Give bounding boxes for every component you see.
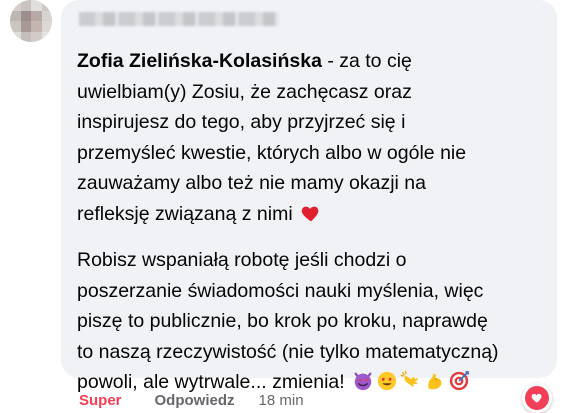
reaction-count-badge[interactable] bbox=[522, 383, 552, 413]
comment-line-text: refleksję związaną z nimi bbox=[77, 202, 293, 225]
comment-line: Zofia Zielińska-Kolasińska - za to cię bbox=[77, 46, 547, 77]
comment-line: Robisz wspaniałą robotę jeśli chodzi o bbox=[77, 249, 407, 271]
comment-line: zauważamy albo też nie mamy okazji na bbox=[77, 172, 426, 194]
comment-paragraph-2: Robisz wspaniałą robotę jeśli chodzi o p… bbox=[77, 245, 547, 398]
love-reaction-icon bbox=[525, 386, 549, 410]
comment-line: piszę to publicznie, bo krok po kroku, n… bbox=[77, 310, 488, 332]
reply-button[interactable]: Odpowiedz bbox=[155, 392, 235, 409]
comment-line: uwielbiam(y) Zosiu, że zachęcasz oraz bbox=[77, 80, 412, 103]
timestamp[interactable]: 18 min bbox=[259, 392, 304, 409]
comment-paragraph-1: Zofia Zielińska-Kolasińska - za to cię u… bbox=[77, 46, 547, 229]
reaction-button[interactable]: Super bbox=[79, 392, 122, 409]
comment-line: inspirujesz do tego, aby przyjrzeć się i bbox=[77, 111, 406, 133]
author-name[interactable]: Zofia Zielińska-Kolasińska bbox=[77, 50, 322, 72]
comment-line: refleksję związaną z nimi bbox=[77, 199, 547, 230]
direct-hit-icon bbox=[448, 370, 470, 392]
comment-line: przemyśleć kwestie, których albo w ogóle… bbox=[77, 141, 467, 164]
heart-eyes-icon bbox=[376, 370, 398, 392]
comment-line: poszerzanie świadomości nauki myślenia, … bbox=[77, 279, 484, 302]
comment-actions: Super Odpowiedz 18 min bbox=[79, 388, 304, 412]
smiling-face-with-horns-heart-eyes-icon bbox=[352, 370, 374, 392]
red-heart-icon bbox=[300, 202, 322, 224]
comment-line-text: - za to cię bbox=[321, 50, 412, 72]
blurred-content bbox=[79, 12, 279, 26]
flexed-biceps-icon bbox=[424, 370, 446, 392]
comment-line: to naszą rzeczywistość (nie tylko matema… bbox=[77, 340, 499, 363]
avatar[interactable] bbox=[10, 0, 52, 42]
clapping-hands-icon bbox=[400, 370, 422, 392]
comment-card: Zofia Zielińska-Kolasińska - za to cię u… bbox=[0, 0, 576, 413]
comment-text: Zofia Zielińska-Kolasińska - za to cię u… bbox=[77, 46, 547, 398]
